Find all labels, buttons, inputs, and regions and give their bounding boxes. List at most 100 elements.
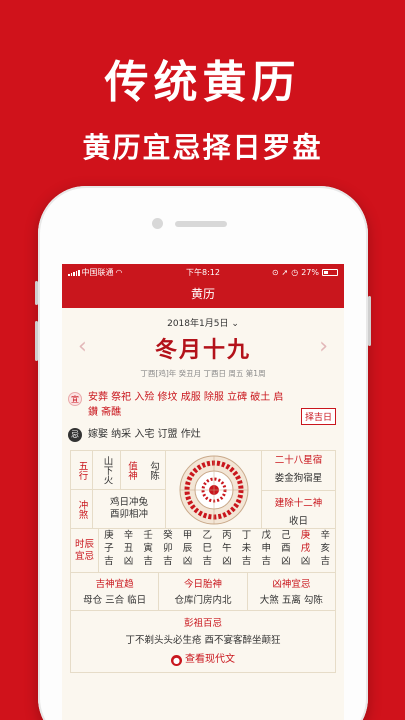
- shichen-cell: 巳: [202, 543, 212, 554]
- shichen-cell: 亥: [320, 543, 330, 554]
- shichen-cell: 甲: [182, 530, 193, 541]
- chevron-down-icon: ⌄: [231, 319, 239, 329]
- shichen-cell: 子: [104, 543, 114, 554]
- shichen-cell: 戌: [300, 543, 311, 554]
- app-screen: 中国联通 ◠ 下午8:12 ⊙ ➚ ◷ 27% 黄历 ‹ › 2018年1月5日…: [62, 264, 344, 720]
- yi-text: 安葬 祭祀 入殓 修坟 成服 除服 立碑 破土 启鑽 斋醮: [88, 392, 284, 418]
- shichen-column: 丙午凶: [217, 529, 237, 572]
- shichen-cell: 辛: [320, 530, 330, 541]
- xingxiu-label: 二十八星宿: [274, 455, 323, 466]
- mute-switch: [35, 281, 38, 305]
- xiongshen-cell: 凶神宜忌 大煞 五离 勾陈: [246, 573, 335, 610]
- shichen-cell: 凶: [222, 556, 232, 567]
- shichen-cell: 吉: [163, 556, 173, 567]
- almanac-grid: 五行 山下火 值神 勾陈 冲煞 鸡日冲兔 酉卯相冲 二十八星宿 娄金狗宿星 建除…: [70, 450, 336, 673]
- shichen-table: 庚子吉辛丑凶壬寅吉癸卯吉甲辰凶乙巳吉丙午凶丁未吉戊申吉己酉凶庚戌凶辛亥吉: [99, 529, 335, 572]
- shichen-column: 癸卯吉: [158, 529, 178, 572]
- shichen-cell: 吉: [143, 556, 153, 567]
- shichen-cell: 丁: [241, 530, 252, 541]
- shichen-column: 庚子吉: [99, 529, 119, 572]
- yi-badge: 宜: [68, 392, 82, 406]
- shichen-column: 壬寅吉: [138, 529, 158, 572]
- choose-auspicious-day-button[interactable]: 择吉日: [300, 408, 336, 425]
- ganzhi-line: 丁酉[鸡]年 癸丑月 丁酉日 周五 第1周: [140, 369, 266, 378]
- shichen-column: 乙巳吉: [197, 529, 217, 572]
- nav-title: 黄历: [62, 280, 344, 308]
- shichen-cell: 辛: [123, 530, 134, 541]
- shichen-cell: 吉: [261, 556, 271, 567]
- gregorian-date: 2018年1月5日: [167, 319, 229, 329]
- shichen-cell: 吉: [202, 556, 212, 567]
- promo-subtitle: 黄历宜忌择日罗盘: [82, 131, 323, 164]
- prev-day-arrow-icon[interactable]: ‹: [78, 334, 87, 359]
- view-modern-text-button[interactable]: ● 查看现代文: [71, 651, 335, 668]
- view-modern-text-label: 查看现代文: [185, 654, 235, 665]
- next-day-arrow-icon[interactable]: ›: [319, 334, 328, 359]
- lunar-date: 冬月十九: [154, 338, 251, 363]
- power-button: [368, 296, 371, 346]
- shichen-cell: 丙: [222, 530, 232, 541]
- shichen-cell: 寅: [143, 543, 153, 554]
- yi-ji-section: 宜 安葬 祭祀 入殓 修坟 成服 除服 立碑 破土 启鑽 斋醮 择吉日 忌 嫁娶…: [62, 390, 344, 442]
- jishen-label: 吉神宜趋: [95, 579, 134, 590]
- shichen-column: 丁未吉: [237, 529, 257, 572]
- status-bar: 中国联通 ◠ 下午8:12 ⊙ ➚ ◷ 27%: [62, 264, 344, 280]
- zhishen-label: 值神: [126, 460, 137, 480]
- shichen-cell: 丑: [123, 543, 134, 554]
- xiongshen-label: 凶神宜忌: [272, 579, 311, 590]
- shichen-column: 戊申吉: [256, 529, 276, 572]
- shichen-cell: 乙: [202, 530, 212, 541]
- jishen-value: 母仓 三合 临日: [83, 595, 147, 606]
- promo-title: 传统黄历: [104, 57, 301, 108]
- shichen-cell: 戊: [261, 530, 271, 541]
- pengzu-label: 彭祖百忌: [183, 618, 222, 629]
- chongsha-line2: 酉卯相冲: [109, 509, 148, 520]
- shichen-cell: 凶: [123, 556, 134, 567]
- battery-icon: [322, 268, 338, 276]
- shichen-column: 己酉凶: [276, 529, 296, 572]
- luopan-compass[interactable]: [166, 451, 262, 528]
- shichen-cell: 凶: [300, 556, 311, 567]
- date-header: ‹ › 2018年1月5日 ⌄ 冬月十九 丁酉[鸡]年 癸丑月 丁酉日 周五 第…: [62, 308, 344, 390]
- shichen-cell: 辰: [182, 543, 193, 554]
- shichen-cell: 吉: [104, 556, 114, 567]
- shichen-cell: 壬: [143, 530, 153, 541]
- volume-buttons: [35, 321, 38, 361]
- shichen-cell: 吉: [241, 556, 252, 567]
- wuxing-label: 五行: [71, 451, 93, 489]
- front-camera: [152, 218, 163, 229]
- shichen-column: 辛亥吉: [315, 529, 335, 572]
- chongsha-line1: 鸡日冲兔: [109, 497, 148, 508]
- shichen-label: 时辰宜忌: [71, 529, 99, 572]
- shichen-cell: 申: [261, 543, 271, 554]
- status-time: 下午8:12: [186, 267, 220, 277]
- shichen-column: 庚戌凶: [296, 529, 316, 572]
- shichen-cell: 凶: [182, 556, 193, 567]
- phone-frame: 中国联通 ◠ 下午8:12 ⊙ ➚ ◷ 27% 黄历 ‹ › 2018年1月5日…: [35, 186, 371, 720]
- shichen-column: 辛丑凶: [119, 529, 139, 572]
- eye-icon: ●: [171, 655, 182, 666]
- earpiece-speaker: [175, 221, 227, 227]
- taishen-label: 今日胎神: [183, 579, 222, 590]
- xiongshen-value: 大煞 五离 勾陈: [259, 595, 323, 606]
- jianchu-value: 收日: [288, 516, 308, 527]
- wuxing-value: 山下火: [93, 451, 121, 489]
- chongsha-label: 冲煞: [71, 490, 93, 528]
- shichen-cell: 凶: [281, 556, 291, 567]
- jishen-cell: 吉神宜趋 母仓 三合 临日: [71, 573, 158, 610]
- jianchu-label: 建除十二神: [274, 498, 323, 509]
- ji-badge: 忌: [68, 428, 82, 442]
- pengzu-value: 丁不剃头头必生疮 酉不宴客醉坐颠狂: [125, 635, 281, 646]
- pengzu-section: 彭祖百忌 丁不剃头头必生疮 酉不宴客醉坐颠狂 ● 查看现代文: [71, 611, 335, 672]
- shichen-cell: 未: [241, 543, 252, 554]
- shichen-cell: 卯: [163, 543, 173, 554]
- shichen-cell: 吉: [320, 556, 330, 567]
- taishen-cell: 今日胎神 仓库门房内北: [158, 573, 246, 610]
- shichen-cell: 午: [222, 543, 232, 554]
- shichen-cell: 庚: [300, 530, 311, 541]
- date-picker[interactable]: 2018年1月5日 ⌄: [62, 316, 344, 329]
- shichen-cell: 癸: [163, 530, 173, 541]
- shichen-cell: 己: [281, 530, 291, 541]
- xingxiu-value: 娄金狗宿星: [274, 473, 323, 484]
- shichen-cell: 酉: [281, 543, 291, 554]
